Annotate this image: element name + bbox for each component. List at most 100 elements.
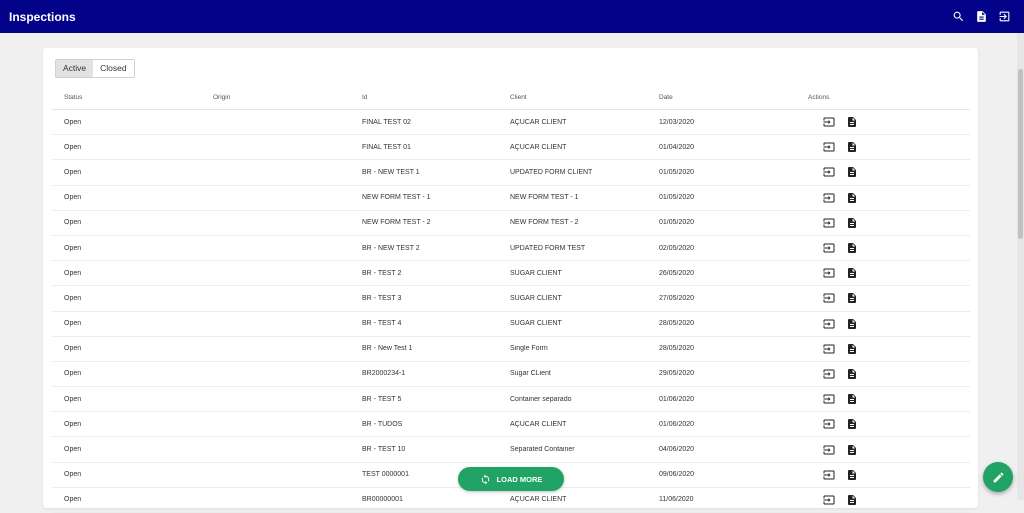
open-icon[interactable] (822, 267, 835, 280)
document-icon[interactable] (845, 393, 858, 406)
cell-date: 09/06/2020 (659, 471, 695, 479)
cell-actions (797, 116, 970, 129)
cell-actions (797, 342, 970, 355)
inspections-card: Active Closed Status Origin Id Client Da… (43, 48, 978, 513)
table-row[interactable]: Open BR00000001 AÇUCAR CLIENT 11/06/2020 (52, 488, 970, 513)
open-icon[interactable] (822, 393, 835, 406)
cell-client: NEW FORM TEST - 2 (510, 219, 579, 227)
open-icon[interactable] (822, 191, 835, 204)
table-row[interactable]: Open BR2000234-1 Sugar CLient 29/05/2020 (52, 362, 970, 388)
cell-status: Open (64, 345, 82, 353)
document-icon[interactable] (845, 242, 858, 255)
header-origin: Origin (213, 94, 231, 101)
cell-status: Open (64, 294, 82, 302)
cell-actions (797, 141, 970, 154)
cell-actions (797, 267, 970, 280)
scrollbar[interactable] (1017, 33, 1024, 500)
table-row[interactable]: Open BR - TEST 5 Container separado 01/06/2… (52, 387, 970, 413)
document-icon[interactable] (845, 216, 858, 229)
table-row[interactable]: Open BR - New Test 1 Single Form 28/05/2020 (52, 337, 970, 362)
scrollbar-thumb[interactable] (1018, 69, 1023, 239)
document-icon[interactable] (845, 342, 858, 355)
table-row[interactable]: Open NEW FORM TEST - 2 NEW FORM TEST - 2 01… (52, 211, 970, 236)
table-row[interactable]: Open FINAL TEST 02 AÇUCAR CLIENT 12/03/2020 (52, 110, 970, 136)
cell-client: AÇUCAR CLIENT (510, 420, 567, 428)
open-icon[interactable] (822, 141, 835, 154)
cell-status: Open (64, 320, 82, 328)
table-row[interactable]: Open BR - TEST 4 SUGAR CLIENT 28/05/2020 (52, 312, 970, 337)
cell-date: 26/05/2020 (659, 269, 695, 277)
document-icon[interactable] (845, 191, 858, 204)
cell-client: AÇUCAR CLIENT (510, 118, 567, 126)
cell-actions (797, 443, 970, 456)
cell-client: NEW FORM TEST - 1 (510, 194, 579, 202)
table-row[interactable]: Open BR - TUDOS AÇUCAR CLIENT 01/06/2020 (52, 412, 970, 438)
cell-client: UPDATED FORM CLIENT (510, 168, 593, 176)
cell-status: Open (64, 194, 82, 202)
cell-id: BR - NEW TEST 1 (362, 168, 420, 176)
open-icon[interactable] (822, 342, 835, 355)
document-icon[interactable] (845, 141, 858, 154)
cell-date: 01/05/2020 (659, 219, 695, 227)
open-icon[interactable] (822, 292, 835, 305)
open-icon[interactable] (822, 367, 835, 380)
open-icon[interactable] (822, 116, 835, 129)
cell-date: 12/03/2020 (659, 118, 695, 126)
document-icon[interactable] (845, 468, 858, 481)
cell-id: BR - TEST 10 (362, 446, 406, 454)
document-icon[interactable] (845, 317, 858, 330)
open-icon[interactable] (822, 166, 835, 179)
cell-status: Open (64, 168, 82, 176)
cell-client: AÇUCAR CLIENT (510, 143, 567, 151)
table-row[interactable]: Open NEW FORM TEST - 1 NEW FORM TEST - 1 01… (52, 186, 970, 211)
table-row[interactable]: Open BR - TEST 3 SUGAR CLIENT 27/05/2020 (52, 286, 970, 312)
search-icon[interactable] (951, 9, 966, 24)
open-icon[interactable] (822, 242, 835, 255)
document-icon[interactable] (974, 9, 989, 24)
cell-actions (797, 191, 970, 204)
cell-status: Open (64, 370, 82, 378)
app-bar: Inspections (0, 0, 1024, 33)
document-icon[interactable] (845, 443, 858, 456)
cell-id: BR - TEST 5 (362, 395, 402, 403)
tab-active[interactable]: Active (56, 60, 94, 77)
logout-icon[interactable] (997, 9, 1012, 24)
cell-date: 01/04/2020 (659, 143, 695, 151)
cell-id: BR - TUDOS (362, 420, 403, 428)
load-more-button[interactable]: LOAD MORE (458, 467, 564, 491)
open-icon[interactable] (822, 468, 835, 481)
edit-fab-button[interactable] (983, 462, 1013, 492)
document-icon[interactable] (845, 116, 858, 129)
table-row[interactable]: Open BR - NEW TEST 1 UPDATED FORM CLIENT 01… (52, 160, 970, 186)
cell-actions (797, 242, 970, 255)
table-row[interactable]: Open BR - TEST 10 Separated Container 04/06… (52, 437, 970, 463)
cell-status: Open (64, 118, 82, 126)
cell-id: FINAL TEST 01 (362, 143, 411, 151)
document-icon[interactable] (845, 418, 858, 431)
table-row[interactable]: Open FINAL TEST 01 AÇUCAR CLIENT 01/04/2020 (52, 135, 970, 161)
document-icon[interactable] (845, 166, 858, 179)
cell-date: 29/05/2020 (659, 370, 695, 378)
cell-status: Open (64, 446, 82, 454)
cell-actions (797, 292, 970, 305)
document-icon[interactable] (845, 367, 858, 380)
open-icon[interactable] (822, 317, 835, 330)
table-row[interactable]: Open BR - TEST 2 SUGAR CLIENT 26/05/2020 (52, 261, 970, 287)
cell-id: BR - NEW TEST 2 (362, 244, 420, 252)
cell-client: SUGAR CLIENT (510, 320, 562, 328)
tab-closed[interactable]: Closed (93, 60, 134, 77)
open-icon[interactable] (822, 443, 835, 456)
cell-client: Single Form (510, 345, 548, 353)
document-icon[interactable] (845, 292, 858, 305)
open-icon[interactable] (822, 216, 835, 229)
cell-id: BR - TEST 3 (362, 294, 402, 302)
cell-actions (797, 216, 970, 229)
document-icon[interactable] (845, 267, 858, 280)
open-icon[interactable] (822, 418, 835, 431)
cell-client: UPDATED FORM TEST (510, 244, 586, 252)
cell-actions (797, 468, 970, 481)
page-title: Inspections (9, 10, 76, 24)
table-row[interactable]: Open BR - NEW TEST 2 UPDATED FORM TEST 02/0… (52, 236, 970, 262)
cell-actions (797, 166, 970, 179)
cell-date: 01/05/2020 (659, 168, 695, 176)
